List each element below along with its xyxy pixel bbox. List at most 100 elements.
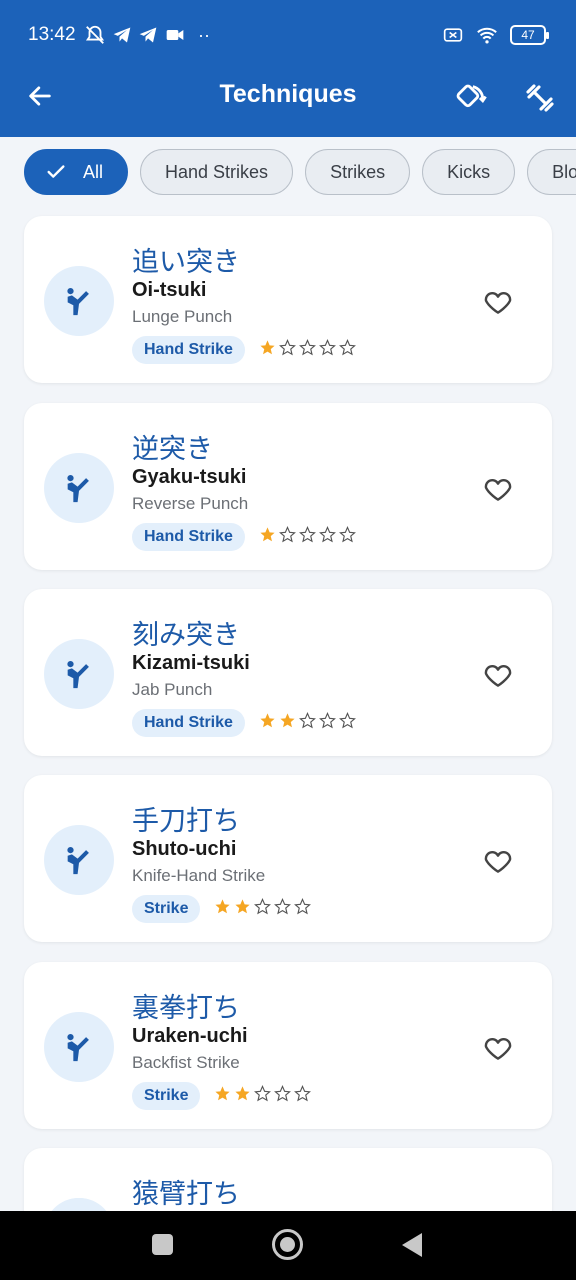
category-tag: Strike [132, 1082, 201, 1110]
telegram-icon [139, 27, 157, 43]
star-outline-icon [319, 526, 336, 543]
technique-english: Knife-Hand Strike [132, 866, 266, 885]
dumbbell-icon [526, 84, 554, 112]
rotate-button[interactable] [448, 76, 492, 120]
difficulty-stars [259, 712, 356, 729]
technique-card[interactable]: 追い突き Oi-tsuki Lunge Punch Hand Strike [24, 216, 552, 383]
star-outline-icon [274, 898, 291, 915]
telegram-icon [113, 27, 131, 43]
sim-off-icon [443, 28, 463, 42]
star-filled-icon [235, 1086, 250, 1101]
star-filled-icon [280, 713, 295, 728]
star-outline-icon [299, 712, 316, 729]
difficulty-stars [259, 339, 356, 356]
star-filled-icon [215, 899, 230, 914]
star-outline-icon [319, 712, 336, 729]
technique-avatar [44, 825, 114, 895]
star-filled-icon [260, 340, 275, 355]
karate-kick-icon [67, 846, 89, 875]
filter-chip-label: Strikes [330, 161, 386, 182]
technique-english: Backfist Strike [132, 1053, 240, 1072]
category-tag: Hand Strike [132, 709, 245, 737]
filter-chip-all[interactable]: All [24, 149, 129, 195]
filter-chips: All Hand Strikes Strikes Kicks Blo [24, 149, 576, 195]
favorite-button[interactable] [478, 469, 518, 509]
difficulty-stars [214, 1085, 311, 1102]
star-outline-icon [294, 1085, 311, 1102]
star-outline-icon [319, 339, 336, 356]
workout-button[interactable] [518, 76, 562, 120]
karate-kick-icon [67, 287, 89, 316]
silent-icon [85, 25, 105, 44]
star-outline-icon [254, 1085, 271, 1102]
heart-outline-icon [484, 1038, 512, 1060]
technique-japanese: 逆突き [132, 434, 213, 465]
system-nav-bar [0, 1211, 576, 1280]
technique-card[interactable]: 逆突き Gyaku-tsuki Reverse Punch Hand Strike [24, 403, 552, 570]
technique-avatar [44, 453, 114, 523]
status-notification-icons: ·· [84, 24, 210, 46]
karate-kick-icon [67, 474, 89, 503]
technique-card[interactable]: 手刀打ち Shuto-uchi Knife-Hand Strike Strike [24, 775, 552, 942]
favorite-button[interactable] [478, 655, 518, 695]
favorite-button[interactable] [478, 841, 518, 881]
star-filled-icon [260, 713, 275, 728]
technique-japanese: 追い突き [132, 247, 240, 278]
star-outline-icon [279, 526, 296, 543]
status-time: 13:42 [28, 24, 76, 45]
star-filled-icon [260, 527, 275, 542]
filter-chip-label: All [83, 161, 104, 182]
karate-kick-icon [67, 1033, 89, 1062]
technique-english: Lunge Punch [132, 307, 233, 326]
heart-outline-icon [484, 665, 512, 687]
technique-english: Jab Punch [132, 680, 213, 699]
star-outline-icon [294, 898, 311, 915]
star-outline-icon [274, 1085, 291, 1102]
system-back-button[interactable] [402, 1233, 422, 1257]
star-filled-icon [235, 899, 250, 914]
star-outline-icon [339, 712, 356, 729]
technique-romaji: Shuto-uchi [132, 838, 237, 860]
filter-chip-label: Kicks [447, 161, 491, 182]
technique-japanese: 手刀打ち [132, 806, 240, 837]
recents-button[interactable] [152, 1234, 173, 1255]
technique-english: Reverse Punch [132, 494, 249, 513]
status-bar: 13:42 ·· 47 [0, 0, 576, 72]
heart-outline-icon [484, 479, 512, 501]
category-tag: Hand Strike [132, 336, 245, 364]
karate-kick-icon [67, 660, 89, 689]
check-icon [47, 165, 65, 178]
app-bar: 13:42 ·· 47 Techniques [0, 0, 576, 137]
technique-romaji: Kizami-tsuki [132, 652, 250, 674]
filter-chip-label: Blo [552, 161, 576, 182]
star-outline-icon [339, 526, 356, 543]
home-button[interactable] [272, 1229, 303, 1260]
battery-icon: 47 [510, 25, 549, 45]
filter-chip-blocks[interactable]: Blo [527, 149, 576, 195]
filter-chip-label: Hand Strikes [165, 161, 269, 182]
filter-chip-kicks[interactable]: Kicks [422, 149, 516, 195]
star-outline-icon [254, 898, 271, 915]
heart-outline-icon [484, 851, 512, 873]
technique-card[interactable]: 刻み突き Kizami-tsuki Jab Punch Hand Strike [24, 589, 552, 756]
status-system-icons: 47 [442, 24, 549, 46]
filter-chip-hand-strikes[interactable]: Hand Strikes [140, 149, 294, 195]
favorite-button[interactable] [478, 1028, 518, 1068]
technique-avatar [44, 266, 114, 336]
category-tag: Strike [132, 895, 201, 923]
technique-avatar [44, 639, 114, 709]
star-outline-icon [279, 339, 296, 356]
favorite-button[interactable] [478, 282, 518, 322]
star-outline-icon [299, 526, 316, 543]
difficulty-stars [259, 526, 356, 543]
battery-level: 47 [521, 28, 535, 42]
filter-chip-strikes[interactable]: Strikes [305, 149, 411, 195]
rotate-icon [456, 84, 487, 108]
technique-romaji: Gyaku-tsuki [132, 466, 247, 488]
category-tag: Hand Strike [132, 523, 245, 551]
star-filled-icon [215, 1086, 230, 1101]
video-icon [166, 30, 184, 40]
technique-romaji: Uraken-uchi [132, 1025, 248, 1047]
heart-outline-icon [484, 292, 512, 314]
technique-card[interactable]: 裏拳打ち Uraken-uchi Backfist Strike Strike [24, 962, 552, 1129]
